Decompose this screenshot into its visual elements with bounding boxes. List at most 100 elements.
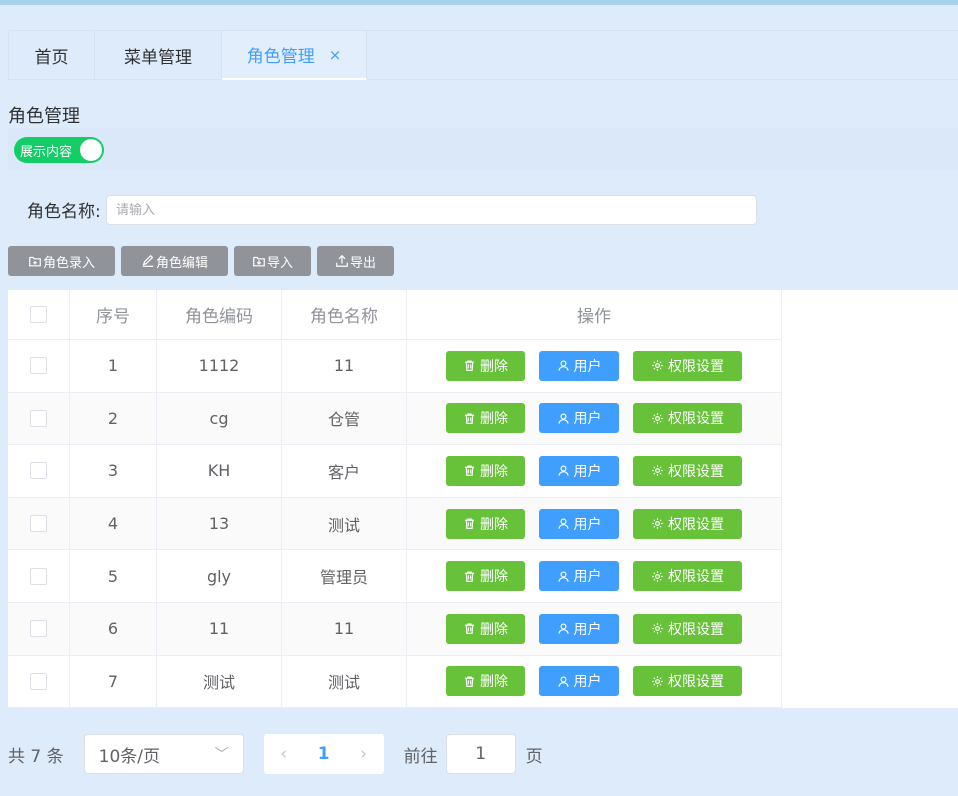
next-page-button[interactable]: › bbox=[344, 734, 384, 774]
tab-label: 角色管理 bbox=[246, 47, 315, 67]
column-header: 操作 bbox=[407, 290, 782, 339]
row-index: 6 bbox=[70, 603, 157, 655]
export-button[interactable]: 导出 bbox=[317, 246, 394, 276]
gear-icon bbox=[652, 413, 663, 424]
trash-icon bbox=[465, 518, 474, 530]
row-checkbox[interactable] bbox=[30, 620, 47, 638]
import-button[interactable]: 导入 bbox=[234, 246, 311, 276]
users-button[interactable]: 用户 bbox=[539, 350, 619, 381]
button-label: 用户 bbox=[573, 358, 602, 375]
gear-icon bbox=[652, 570, 663, 582]
gear-icon bbox=[652, 360, 663, 372]
close-icon[interactable]: × bbox=[329, 46, 342, 64]
row-actions: 删除 用户 权限设置 bbox=[407, 497, 782, 550]
table-row: 3 KH 客户 删除 用户 权限设置 bbox=[8, 445, 782, 498]
role-name-input[interactable] bbox=[106, 195, 757, 225]
button-label: 权限设置 bbox=[668, 569, 724, 586]
top-accent-bar bbox=[0, 0, 958, 5]
row-checkbox[interactable] bbox=[30, 409, 47, 427]
button-label: 导入 bbox=[266, 255, 293, 271]
delete-button[interactable]: 删除 bbox=[446, 666, 525, 697]
button-label: 权限设置 bbox=[668, 674, 724, 691]
role-code: 11 bbox=[157, 603, 282, 655]
add-role-button[interactable]: 角色录入 bbox=[8, 246, 115, 276]
column-header: 序号 bbox=[70, 290, 157, 339]
toggle-band bbox=[8, 128, 958, 170]
tab-home[interactable]: 首页 bbox=[9, 31, 95, 79]
pager-buttons: ‹ 1 › bbox=[263, 734, 384, 774]
permissions-button[interactable]: 权限设置 bbox=[633, 403, 742, 434]
users-button[interactable]: 用户 bbox=[539, 455, 619, 486]
permissions-button[interactable]: 权限设置 bbox=[633, 455, 742, 486]
permissions-button[interactable]: 权限设置 bbox=[633, 350, 742, 381]
button-label: 用户 bbox=[573, 411, 602, 428]
row-checkbox[interactable] bbox=[30, 357, 47, 375]
trash-icon bbox=[465, 676, 474, 687]
row-select-cell bbox=[8, 655, 70, 708]
edit-role-button[interactable]: 角色编辑 bbox=[121, 246, 228, 276]
row-checkbox[interactable] bbox=[30, 567, 47, 585]
select-all-checkbox[interactable] bbox=[30, 306, 47, 323]
users-button[interactable]: 用户 bbox=[539, 508, 619, 539]
role-code: KH bbox=[157, 445, 282, 497]
users-button[interactable]: 用户 bbox=[539, 403, 619, 434]
prev-page-button[interactable]: ‹ bbox=[264, 734, 304, 774]
show-content-toggle[interactable]: 展示内容 bbox=[14, 137, 104, 163]
tab-label: 首页 bbox=[34, 47, 69, 68]
row-checkbox[interactable] bbox=[30, 672, 47, 690]
role-code: 1112 bbox=[157, 340, 282, 392]
table-row: 7 测试 测试 删除 用户 权限设置 bbox=[8, 655, 782, 709]
user-icon bbox=[557, 676, 569, 687]
user-icon bbox=[557, 465, 569, 477]
roles-table: 序号 角色编码 角色名称 操作 1 1112 11 删除 用户 权限设置 2 c… bbox=[8, 290, 958, 709]
button-label: 导出 bbox=[349, 255, 376, 271]
user-icon bbox=[557, 571, 569, 582]
button-label: 删除 bbox=[480, 411, 508, 428]
table-row: 2 cg 仓管 删除 用户 权限设置 bbox=[8, 392, 782, 446]
permissions-button[interactable]: 权限设置 bbox=[633, 613, 742, 644]
delete-button[interactable]: 删除 bbox=[446, 613, 525, 644]
permissions-button[interactable]: 权限设置 bbox=[633, 508, 742, 539]
gear-icon bbox=[652, 676, 663, 687]
delete-button[interactable]: 删除 bbox=[446, 350, 525, 381]
permissions-button[interactable]: 权限设置 bbox=[633, 666, 742, 697]
row-index: 1 bbox=[70, 340, 157, 392]
user-icon bbox=[557, 623, 569, 635]
row-actions: 删除 用户 权限设置 bbox=[407, 340, 782, 392]
user-icon bbox=[557, 413, 569, 424]
row-index: 7 bbox=[70, 655, 157, 708]
tab-menu-management[interactable]: 菜单管理 bbox=[95, 31, 222, 79]
button-label: 用户 bbox=[573, 569, 602, 586]
row-checkbox[interactable] bbox=[30, 462, 47, 480]
role-code: 测试 bbox=[157, 655, 282, 708]
trash-icon bbox=[465, 623, 474, 635]
row-actions: 删除 用户 权限设置 bbox=[407, 445, 782, 497]
role-name: 测试 bbox=[282, 497, 407, 550]
upload-icon bbox=[336, 254, 348, 267]
permissions-button[interactable]: 权限设置 bbox=[633, 561, 742, 592]
row-actions: 删除 用户 权限设置 bbox=[407, 603, 782, 655]
button-label: 权限设置 bbox=[668, 621, 724, 638]
users-button[interactable]: 用户 bbox=[539, 613, 619, 644]
page-title: 角色管理 bbox=[8, 106, 80, 127]
page-size-select[interactable]: 10条/页 ﹀ bbox=[83, 734, 244, 774]
users-button[interactable]: 用户 bbox=[539, 561, 619, 592]
tab-role-management[interactable]: 角色管理 × bbox=[222, 31, 367, 80]
delete-button[interactable]: 删除 bbox=[446, 508, 525, 539]
row-checkbox[interactable] bbox=[30, 515, 47, 533]
goto-page-input[interactable] bbox=[445, 734, 516, 774]
select-all-cell bbox=[8, 290, 70, 339]
row-select-cell bbox=[8, 392, 70, 445]
pagination: 共 7 条 10条/页 ﹀ ‹ 1 › 前往 页 bbox=[8, 734, 543, 774]
delete-button[interactable]: 删除 bbox=[446, 455, 525, 486]
row-index: 4 bbox=[70, 497, 157, 550]
tab-bar: 首页 菜单管理 角色管理 × bbox=[8, 30, 958, 80]
toolbar: 角色录入 角色编辑 导入 导出 bbox=[8, 246, 400, 276]
page-number-button[interactable]: 1 bbox=[304, 734, 344, 774]
users-button[interactable]: 用户 bbox=[539, 666, 619, 697]
delete-button[interactable]: 删除 bbox=[446, 561, 525, 592]
delete-button[interactable]: 删除 bbox=[446, 403, 525, 434]
button-label: 删除 bbox=[480, 463, 508, 480]
row-index: 5 bbox=[70, 550, 157, 602]
button-label: 删除 bbox=[480, 569, 508, 586]
